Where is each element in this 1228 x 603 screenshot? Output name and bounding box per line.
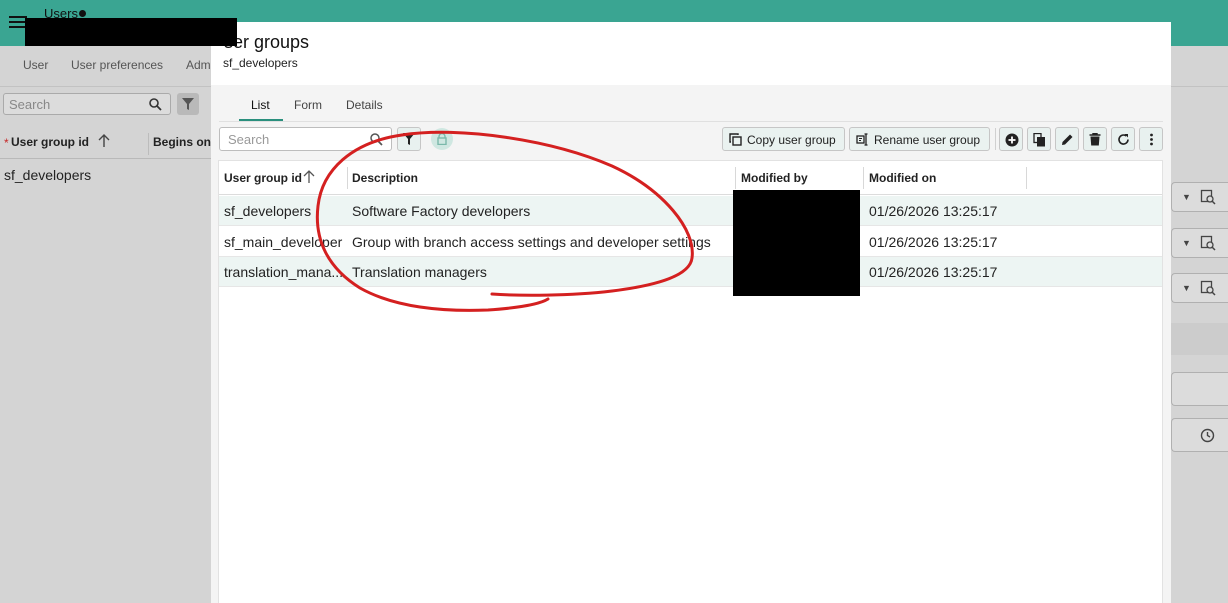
tab-bar-divider	[219, 121, 1163, 122]
lookup-icon[interactable]	[1200, 189, 1216, 205]
column-modified-by[interactable]: Modified by	[741, 171, 808, 185]
column-description[interactable]: Description	[352, 171, 418, 185]
cell-user-group-id: sf_developers	[224, 203, 312, 219]
required-marker: *	[4, 136, 9, 150]
delete-icon	[1089, 133, 1101, 146]
background-time-field[interactable]	[1171, 418, 1228, 452]
refresh-button[interactable]	[1111, 127, 1135, 151]
column-separator	[735, 167, 736, 189]
filter-icon	[403, 133, 415, 145]
more-icon	[1150, 133, 1153, 146]
column-separator	[148, 133, 149, 155]
lock-button[interactable]	[431, 128, 453, 150]
background-search-input[interactable]	[4, 94, 144, 114]
cell-user-group-id: sf_main_developer	[224, 234, 343, 250]
rename-user-group-button[interactable]: Rename user group	[849, 127, 990, 151]
cell-modified-on: 01/26/2026 13:25:17	[869, 264, 998, 280]
background-search-field[interactable]	[3, 93, 171, 115]
lookup-icon[interactable]	[1200, 235, 1216, 251]
tab-list[interactable]: List	[251, 98, 270, 112]
search-icon	[149, 98, 162, 111]
cell-description: Group with branch access settings and de…	[352, 234, 711, 250]
background-lookup-field[interactable]: ▼	[1171, 182, 1228, 212]
dialog-header: ser groups sf_developers	[211, 22, 1171, 85]
sort-asc-icon[interactable]	[303, 170, 315, 184]
column-separator	[347, 167, 348, 189]
toolbar-separator	[995, 128, 996, 150]
dialog-subtitle: sf_developers	[223, 56, 298, 70]
tab-admin[interactable]: Adm	[186, 58, 211, 72]
tab-user[interactable]: User	[23, 58, 48, 72]
column-begins-on[interactable]: Begins on	[153, 135, 211, 149]
background-column-header: * User group id Begins on	[0, 133, 211, 159]
filter-icon	[182, 98, 194, 110]
lookup-icon[interactable]	[1200, 280, 1216, 296]
table-row[interactable]: sf_developers Software Factory developer…	[219, 196, 1162, 226]
edit-icon	[1062, 134, 1073, 145]
tab-details[interactable]: Details	[346, 98, 383, 112]
edit-button[interactable]	[1055, 127, 1079, 151]
copy-user-group-button[interactable]: Copy user group	[722, 127, 845, 151]
background-highlight-strip	[1171, 323, 1228, 355]
clock-icon[interactable]	[1200, 428, 1215, 443]
add-icon	[1005, 133, 1019, 147]
column-user-group-id[interactable]: User group id	[11, 135, 89, 149]
sort-asc-icon[interactable]	[98, 134, 110, 148]
duplicate-button[interactable]	[1027, 127, 1051, 151]
filter-button[interactable]	[397, 127, 421, 151]
cell-description: Translation managers	[352, 264, 487, 280]
search-field[interactable]	[219, 127, 392, 151]
refresh-icon	[1118, 134, 1129, 145]
user-groups-dialog: ser groups sf_developers List Form Detai…	[211, 22, 1171, 603]
copy-icon	[729, 133, 742, 146]
rename-icon	[856, 133, 868, 146]
redaction-block	[733, 190, 860, 296]
cell-description: Software Factory developers	[352, 203, 531, 219]
divider	[0, 86, 211, 87]
dropdown-icon[interactable]: ▼	[1182, 238, 1191, 248]
search-input[interactable]	[220, 128, 360, 150]
background-lookup-field[interactable]: ▼	[1171, 228, 1228, 258]
column-user-group-id[interactable]: User group id	[224, 171, 302, 185]
redaction-block	[25, 18, 237, 46]
table-header: User group id Description Modified by Mo…	[219, 161, 1162, 195]
background-text-field[interactable]	[1171, 372, 1228, 406]
column-separator	[863, 167, 864, 189]
divider	[1171, 86, 1228, 87]
dropdown-icon[interactable]: ▼	[1182, 192, 1191, 202]
background-filter-button[interactable]	[177, 93, 199, 115]
tab-user-preferences[interactable]: User preferences	[71, 58, 163, 72]
background-lookup-field[interactable]: ▼	[1171, 273, 1228, 303]
delete-button[interactable]	[1083, 127, 1107, 151]
table-row[interactable]: sf_main_developer Group with branch acce…	[219, 227, 1162, 257]
more-button[interactable]	[1139, 127, 1163, 151]
column-separator	[1026, 167, 1027, 189]
add-button[interactable]	[999, 127, 1023, 151]
user-groups-table: User group id Description Modified by Mo…	[218, 160, 1163, 603]
cell-user-group-id: translation_mana...	[224, 264, 344, 280]
search-icon[interactable]	[370, 133, 383, 146]
lock-icon	[437, 133, 447, 145]
table-row[interactable]: translation_mana... Translation managers…	[219, 257, 1162, 287]
cell-modified-on: 01/26/2026 13:25:17	[869, 234, 998, 250]
list-item[interactable]: sf_developers	[4, 167, 91, 183]
cell-modified-on: 01/26/2026 13:25:17	[869, 203, 998, 219]
dropdown-icon[interactable]: ▼	[1182, 283, 1191, 293]
tab-form[interactable]: Form	[294, 98, 322, 112]
column-modified-on[interactable]: Modified on	[869, 171, 936, 185]
duplicate-icon	[1033, 133, 1045, 147]
